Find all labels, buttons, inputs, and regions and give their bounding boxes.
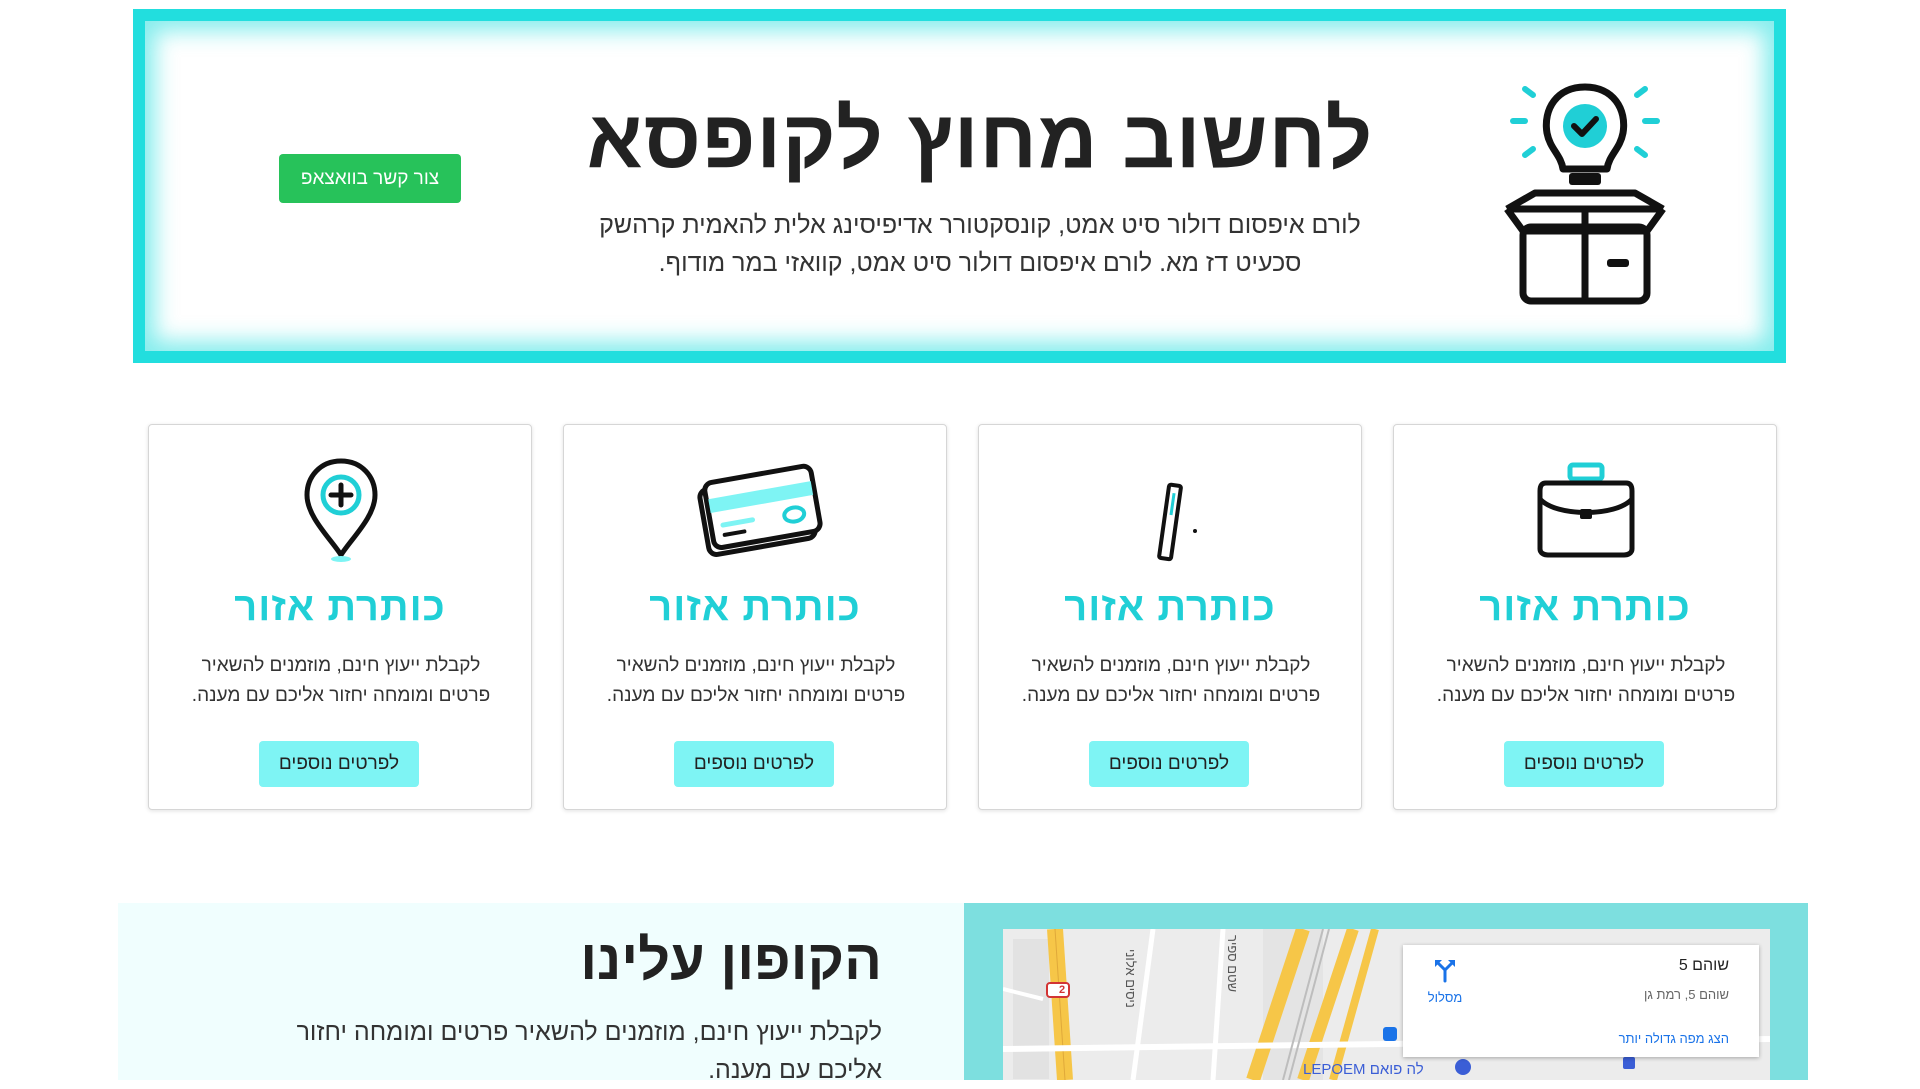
more-details-button[interactable]: לפרטים נוספים xyxy=(259,741,419,787)
street-label: ניסים אלוני xyxy=(1123,949,1138,1008)
card-description: לקבלת ייעוץ חינם, מוזמנים להשאיר פרטים ו… xyxy=(1436,655,1736,706)
road-badge: 2 xyxy=(1058,984,1066,996)
more-details-button[interactable]: לפרטים נוספים xyxy=(674,741,834,787)
map-place-title: שוהם 5 xyxy=(1678,957,1729,974)
coupon-section: הקופון עלינו לקבלת ייעוץ חינם, מוזמנים ל… xyxy=(118,903,964,1084)
street-label: שטם ספיר xyxy=(1225,935,1240,993)
more-details-button[interactable]: לפרטים נוספים xyxy=(1504,741,1664,787)
pen-icon xyxy=(1157,482,1197,562)
map-place-card: שוהם 5 שוהם 5, רמת גן הצג מפה גדולה יותר… xyxy=(1403,945,1759,1057)
hero-description: לורם איפסום דולור סיט אמט, קונסקטורר אדי… xyxy=(599,211,1361,277)
card-title: כותרת אזור xyxy=(1064,585,1276,629)
card-title: כותרת אזור xyxy=(649,585,861,629)
map-poi-label: LEPOEM לה פואם xyxy=(1303,1061,1424,1078)
location-pin-plus-icon xyxy=(304,458,378,562)
directions-label: מסלול xyxy=(1427,990,1463,1005)
card-description: לקבלת ייעוץ חינם, מוזמנים להשאיר פרטים ו… xyxy=(606,655,906,706)
directions-button[interactable]: מסלול xyxy=(1421,957,1469,1005)
feature-card-location: כותרת אזור לקבלת ייעוץ חינם, מוזמנים להש… xyxy=(148,424,532,810)
embedded-map[interactable]: 2 ניסים אלוני שטם ספיר LEPOEM לה פואם שו… xyxy=(1003,929,1770,1080)
more-details-button[interactable]: לפרטים נוספים xyxy=(1089,741,1249,787)
card-description: לקבלת ייעוץ חינם, מוזמנים להשאיר פרטים ו… xyxy=(191,655,491,706)
map-section: 2 ניסים אלוני שטם ספיר LEPOEM לה פואם שו… xyxy=(964,903,1808,1080)
feature-card-payment: כותרת אזור לקבלת ייעוץ חינם, מוזמנים להש… xyxy=(563,424,947,810)
coupon-description: לקבלת ייעוץ חינם, מוזמנים להשאיר פרטים ו… xyxy=(296,1018,882,1084)
card-description: לקבלת ייעוץ חינם, מוזמנים להשאיר פרטים ו… xyxy=(1021,655,1321,706)
feature-card-pen: כותרת אזור לקבלת ייעוץ חינם, מוזמנים להש… xyxy=(978,424,1362,810)
lightbulb-box-icon xyxy=(1504,83,1666,305)
coupon-title: הקופון עלינו xyxy=(580,928,882,991)
whatsapp-contact-button[interactable]: צור קשר בוואצאפ xyxy=(279,154,461,203)
hero-banner: לחשוב מחוץ לקופסא לורם איפסום דולור סיט … xyxy=(133,9,1786,363)
briefcase-icon xyxy=(1537,462,1635,558)
card-title: כותרת אזור xyxy=(234,585,446,629)
hero-title: לחשוב מחוץ לקופסא xyxy=(586,94,1374,185)
card-title: כותרת אזור xyxy=(1479,585,1691,629)
map-place-address: שוהם 5, רמת גן xyxy=(1644,987,1729,1002)
directions-icon xyxy=(1435,960,1455,983)
feature-cards: כותרת אזור לקבלת ייעוץ חינם, מוזמנים להש… xyxy=(148,424,1777,810)
larger-map-link[interactable]: הצג מפה גדולה יותר xyxy=(1619,1031,1729,1046)
credit-card-icon xyxy=(697,463,823,557)
feature-card-business: כותרת אזור לקבלת ייעוץ חינם, מוזמנים להש… xyxy=(1393,424,1777,810)
